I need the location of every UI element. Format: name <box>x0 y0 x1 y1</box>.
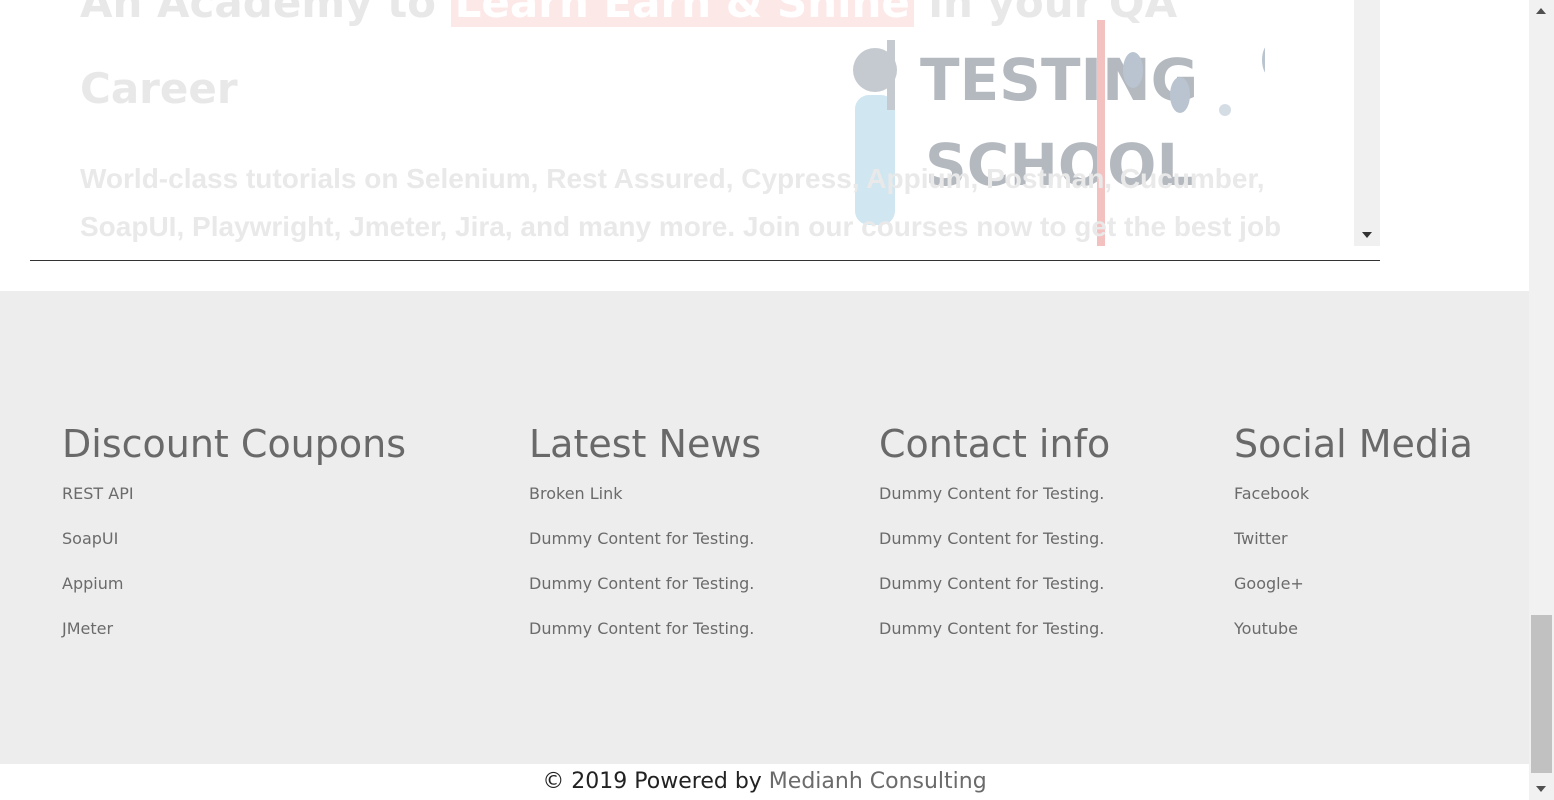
footer-link[interactable]: Google+ <box>1234 575 1473 620</box>
footer-link[interactable]: Appium <box>62 575 406 620</box>
footer: Discount Coupons REST API SoapUI Appium … <box>0 291 1529 764</box>
footer-link[interactable]: Dummy Content for Testing. <box>879 575 1110 620</box>
copyright: © 2019 Powered by Medianh Consulting <box>0 764 1529 800</box>
footer-link[interactable]: REST API <box>62 485 406 530</box>
footer-column-contact-info: Contact info Dummy Content for Testing. … <box>879 421 1110 665</box>
footer-link[interactable]: Facebook <box>1234 485 1473 530</box>
footer-link[interactable]: Broken Link <box>529 485 761 530</box>
footer-column-discount-coupons: Discount Coupons REST API SoapUI Appium … <box>62 421 406 665</box>
embedded-iframe[interactable]: An Academy to Learn Earn & Shine in your… <box>30 0 1380 261</box>
footer-link[interactable]: Dummy Content for Testing. <box>879 620 1110 665</box>
art-text-testing: TESTING <box>920 46 1198 114</box>
hero-title-pre: An Academy to <box>80 0 451 27</box>
footer-link[interactable]: Youtube <box>1234 620 1473 665</box>
footer-heading: Contact info <box>879 422 1111 466</box>
footer-heading: Latest News <box>529 422 762 466</box>
scroll-up-icon[interactable] <box>1536 8 1546 14</box>
footer-link[interactable]: Twitter <box>1234 530 1473 575</box>
footer-column-latest-news: Latest News Broken Link Dummy Content fo… <box>529 421 761 665</box>
page-scrollbar[interactable] <box>1529 0 1554 800</box>
iframe-scrollbar[interactable] <box>1354 0 1380 246</box>
page: An Academy to Learn Earn & Shine in your… <box>0 0 1554 800</box>
scroll-down-icon[interactable] <box>1536 786 1546 792</box>
company-link[interactable]: Medianh Consulting <box>769 769 987 794</box>
footer-column-social-media: Social Media Facebook Twitter Google+ Yo… <box>1234 421 1473 665</box>
scroll-down-icon[interactable] <box>1362 232 1372 238</box>
footer-link[interactable]: Dummy Content for Testing. <box>529 620 761 665</box>
hero-description: World-class tutorials on Selenium, Rest … <box>80 163 1282 242</box>
footer-link[interactable]: Dummy Content for Testing. <box>529 530 761 575</box>
footer-link[interactable]: SoapUI <box>62 530 406 575</box>
footer-heading: Social Media <box>1234 422 1473 466</box>
copyright-prefix: © 2019 Powered by <box>542 769 769 794</box>
footer-link[interactable]: JMeter <box>62 620 406 665</box>
footer-heading: Discount Coupons <box>62 422 407 466</box>
scrollbar-thumb[interactable] <box>1531 615 1552 773</box>
footer-link[interactable]: Dummy Content for Testing. <box>879 530 1110 575</box>
footer-link[interactable]: Dummy Content for Testing. <box>529 575 761 620</box>
footer-link[interactable]: Dummy Content for Testing. <box>879 485 1110 530</box>
iframe-content: An Academy to Learn Earn & Shine in your… <box>30 0 1350 260</box>
